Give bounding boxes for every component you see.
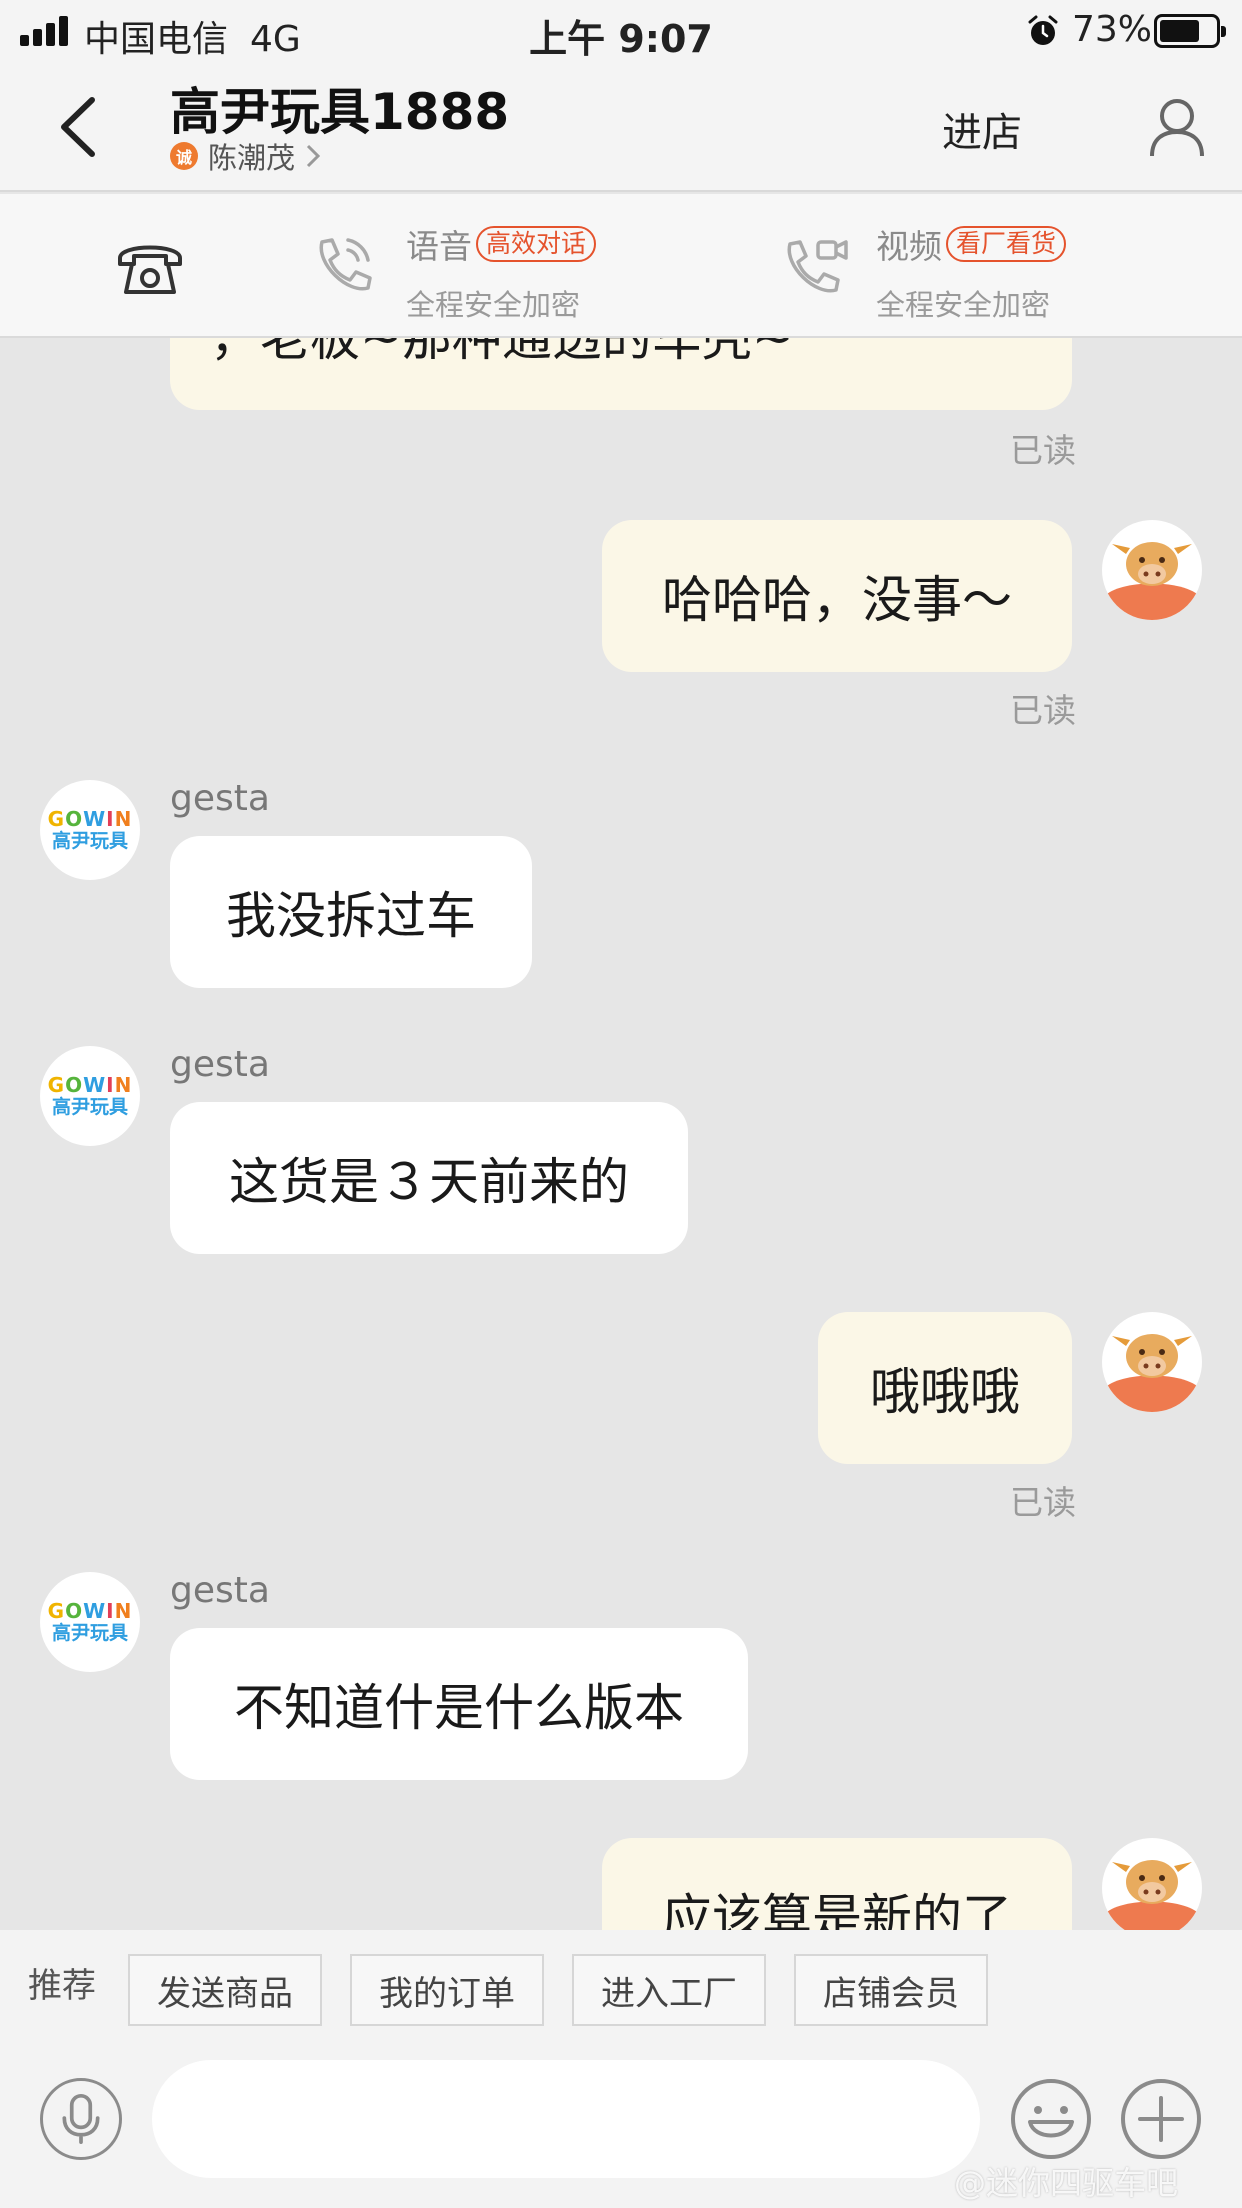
battery-icon bbox=[1154, 14, 1226, 48]
shop-avatar[interactable]: GOWIN 高尹玩具 bbox=[40, 1572, 140, 1672]
enter-store-button[interactable]: 进店 bbox=[942, 100, 1022, 158]
read-receipt: 已读 bbox=[1010, 431, 1076, 470]
shop-avatar[interactable]: GOWIN 高尹玩具 bbox=[40, 780, 140, 880]
watermark: @迷你四驱车吧 bbox=[954, 2164, 1179, 2202]
shop-avatar[interactable]: GOWIN 高尹玩具 bbox=[40, 1046, 140, 1146]
message-bubble-mine[interactable]: 哦哦哦 bbox=[818, 1312, 1072, 1464]
plus-icon[interactable] bbox=[1120, 2078, 1202, 2160]
alarm-icon bbox=[1028, 15, 1058, 45]
message-bubble-mine[interactable]: 应该算是新的了 bbox=[602, 1838, 1072, 1930]
back-arrow-icon[interactable] bbox=[50, 92, 110, 162]
contact-link[interactable]: 诚 陈潮茂 bbox=[170, 136, 321, 176]
voice-tag-badge: 高效对话 bbox=[476, 226, 597, 262]
read-receipt: 已读 bbox=[1010, 691, 1076, 730]
voice-call-option[interactable]: 语音 高效对话 全程安全加密 bbox=[406, 220, 597, 324]
voice-call-icon[interactable] bbox=[308, 232, 378, 302]
battery-percent: 73% bbox=[1072, 9, 1153, 50]
my-orders-chip[interactable]: 我的订单 bbox=[350, 1954, 544, 2026]
read-receipt: 已读 bbox=[1010, 1483, 1076, 1522]
sender-name: gesta bbox=[170, 1570, 270, 1611]
contact-name: 陈潮茂 bbox=[208, 141, 296, 175]
quick-actions-bar: 推荐 发送商品 我的订单 进入工厂 店铺会员 bbox=[0, 1930, 1242, 2030]
sender-name: gesta bbox=[170, 778, 270, 819]
video-call-icon[interactable] bbox=[780, 232, 850, 302]
gowin-logo: GOWIN bbox=[47, 1073, 133, 1097]
gowin-logo: GOWIN bbox=[47, 1599, 133, 1623]
microphone-icon[interactable] bbox=[40, 2078, 122, 2160]
video-call-option[interactable]: 视频 看厂看货 全程安全加密 bbox=[876, 220, 1067, 324]
emoji-icon[interactable] bbox=[1010, 2078, 1092, 2160]
chat-header: 高尹玩具1888 诚 陈潮茂 进店 bbox=[0, 62, 1242, 192]
message-list[interactable]: ，老板~那种通透的车壳~ 已读 哈哈哈，没事～ 已读 GOWIN 高尹玩具 ge… bbox=[0, 338, 1242, 1930]
message-bubble-theirs[interactable]: 这货是３天前来的 bbox=[170, 1102, 688, 1254]
my-avatar[interactable] bbox=[1102, 1838, 1202, 1930]
enter-factory-chip[interactable]: 进入工厂 bbox=[572, 1954, 766, 2026]
send-product-chip[interactable]: 发送商品 bbox=[128, 1954, 322, 2026]
video-tag-badge: 看厂看货 bbox=[946, 226, 1067, 262]
my-avatar[interactable] bbox=[1102, 520, 1202, 620]
my-avatar[interactable] bbox=[1102, 1312, 1202, 1412]
message-bubble-mine[interactable]: 哈哈哈，没事～ bbox=[602, 520, 1072, 672]
credit-badge-icon: 诚 bbox=[170, 142, 198, 170]
message-bubble-mine[interactable]: ，老板~那种通透的车壳~ bbox=[170, 338, 1072, 410]
message-input[interactable] bbox=[152, 2060, 980, 2178]
status-bar: 中国电信 4G 上午 9:07 73% bbox=[0, 0, 1242, 62]
message-bubble-theirs[interactable]: 不知道什是什么版本 bbox=[170, 1628, 748, 1780]
chevron-right-icon bbox=[306, 144, 321, 168]
shop-title: 高尹玩具1888 bbox=[170, 83, 510, 141]
recommend-label: 推荐 bbox=[28, 1966, 96, 2006]
user-profile-icon[interactable] bbox=[1148, 96, 1206, 158]
telephone-icon[interactable] bbox=[114, 236, 186, 298]
gowin-logo: GOWIN bbox=[47, 807, 133, 831]
message-bubble-theirs[interactable]: 我没拆过车 bbox=[170, 836, 532, 988]
sender-name: gesta bbox=[170, 1044, 270, 1085]
call-options-bar: 语音 高效对话 全程安全加密 视频 看厂看货 全程安全加密 bbox=[0, 194, 1242, 338]
shop-membership-chip[interactable]: 店铺会员 bbox=[794, 1954, 988, 2026]
